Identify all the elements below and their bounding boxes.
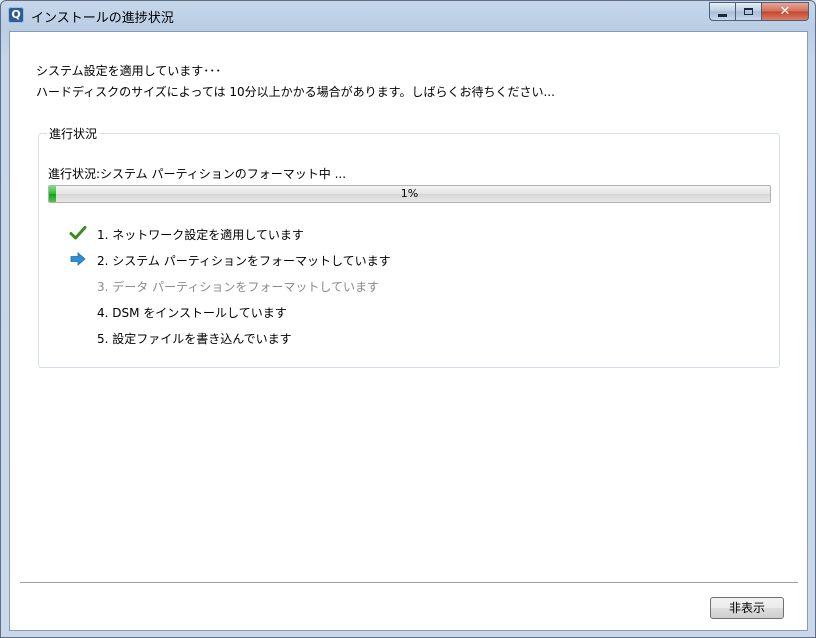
status-message-line2: ハードディスクのサイズによっては 10分以上かかる場合があります。しばらくお待ち…	[36, 85, 555, 99]
progress-bar: 1%	[48, 185, 771, 203]
window-title: インストールの進捗状況	[31, 11, 174, 26]
minimize-button[interactable]	[709, 2, 736, 21]
progress-status-text: 進行状況:システム パーティションのフォーマット中 ...	[48, 167, 347, 181]
status-message-line1: システム設定を適用しています･･･	[36, 64, 222, 78]
dialog-content: システム設定を適用しています･･･ ハードディスクのサイズによっては 10分以上…	[9, 31, 808, 631]
caption-buttons: ✕	[709, 2, 809, 21]
footer-divider	[20, 582, 798, 583]
progress-percent: 1%	[400, 187, 419, 200]
progress-group-title: 進行状況	[47, 125, 100, 142]
hide-button[interactable]: 非表示	[710, 597, 784, 619]
step-label: 3. データ パーティションをフォーマットしています	[97, 280, 380, 294]
maximize-icon	[744, 8, 753, 15]
minimize-icon	[718, 13, 727, 17]
maximize-button[interactable]	[736, 2, 762, 21]
close-icon: ✕	[779, 4, 791, 19]
install-progress-window: Q インストールの進捗状況 ✕ システム設定を適用しています･･･ ハードディス…	[0, 0, 816, 638]
step-label: 4. DSM をインストールしています	[97, 306, 287, 320]
step-label: 5. 設定ファイルを書き込んでいます	[97, 332, 292, 346]
title-bar[interactable]: Q インストールの進捗状況 ✕	[1, 1, 815, 29]
step-label: 1. ネットワーク設定を適用しています	[97, 228, 304, 242]
app-icon: Q	[8, 7, 24, 23]
step-label: 2. システム パーティションをフォーマットしています	[97, 254, 391, 268]
progress-groupbox: 進行状況 進行状況:システム パーティションのフォーマット中 ... 1% 1.…	[38, 125, 780, 368]
check-icon	[69, 226, 87, 240]
close-button[interactable]: ✕	[762, 2, 809, 21]
arrow-right-icon	[70, 252, 86, 266]
